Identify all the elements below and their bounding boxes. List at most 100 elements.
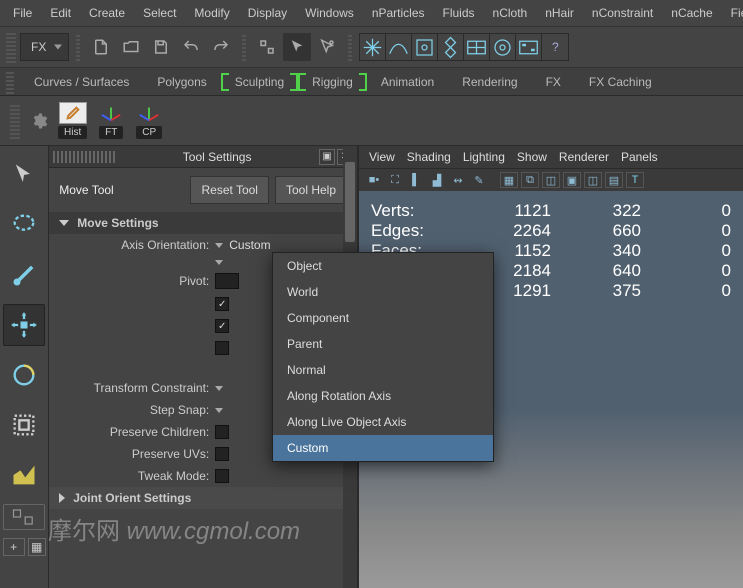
- menu-windows[interactable]: Windows: [296, 2, 363, 24]
- dd-along-rotation[interactable]: Along Rotation Axis: [273, 383, 493, 409]
- axis-orientation-value[interactable]: Custom: [229, 238, 270, 252]
- tab-rendering[interactable]: Rendering: [448, 69, 531, 95]
- vp-menu-lighting[interactable]: Lighting: [463, 150, 505, 164]
- panel-drag-handle[interactable]: [53, 151, 117, 163]
- chevron-down-icon[interactable]: [215, 243, 223, 248]
- layout-grid-button[interactable]: ▦: [28, 538, 46, 556]
- vp-menu-panels[interactable]: Panels: [621, 150, 658, 164]
- dd-along-live[interactable]: Along Live Object Axis: [273, 409, 493, 435]
- toolbar-handle[interactable]: [6, 31, 16, 63]
- panel-dock-button[interactable]: ▣: [319, 149, 335, 165]
- dd-component[interactable]: Component: [273, 305, 493, 331]
- grid-icon[interactable]: ▦: [500, 172, 518, 188]
- outliner-button[interactable]: [3, 504, 45, 530]
- open-scene-button[interactable]: [117, 33, 145, 61]
- snap-projected-button[interactable]: [438, 34, 464, 60]
- vp-menu-view[interactable]: View: [369, 150, 395, 164]
- menu-ncloth[interactable]: nCloth: [484, 2, 537, 24]
- scale-tool[interactable]: [3, 404, 45, 446]
- bookmark-icon[interactable]: ▌: [407, 172, 425, 188]
- chevron-down-icon[interactable]: [215, 260, 223, 265]
- shaded-icon[interactable]: ▤: [605, 172, 623, 188]
- brush-icon[interactable]: ✎: [470, 172, 488, 188]
- vp-menu-shading[interactable]: Shading: [407, 150, 451, 164]
- snap-curve-button[interactable]: [386, 34, 412, 60]
- scrollbar-thumb[interactable]: [345, 162, 355, 242]
- menu-fiel[interactable]: Fiel: [722, 2, 743, 24]
- camera-icon[interactable]: ■•: [365, 172, 383, 188]
- menu-nparticles[interactable]: nParticles: [363, 2, 434, 24]
- tab-animation[interactable]: Animation: [367, 69, 448, 95]
- tab-curves-surfaces[interactable]: Curves / Surfaces: [20, 69, 143, 95]
- gate-mask-icon[interactable]: ▣: [563, 172, 581, 188]
- tab-polygons[interactable]: Polygons: [143, 69, 220, 95]
- lock-camera-icon[interactable]: ⛶: [386, 172, 404, 188]
- menu-edit[interactable]: Edit: [41, 2, 80, 24]
- shelf-hist[interactable]: Hist: [58, 102, 87, 139]
- checkbox[interactable]: ✓: [215, 319, 229, 333]
- select-tool-button[interactable]: [283, 33, 311, 61]
- shelf-cp[interactable]: CP: [135, 102, 163, 139]
- menu-modify[interactable]: Modify: [185, 2, 238, 24]
- vp-menu-show[interactable]: Show: [517, 150, 547, 164]
- tab-rigging[interactable]: Rigging: [298, 69, 367, 95]
- gear-icon[interactable]: [30, 112, 48, 130]
- menu-file[interactable]: File: [4, 2, 41, 24]
- checkbox[interactable]: ✓: [215, 297, 229, 311]
- menu-nhair[interactable]: nHair: [536, 2, 583, 24]
- module-selector[interactable]: FX: [20, 33, 69, 61]
- menu-select[interactable]: Select: [134, 2, 185, 24]
- textured-icon[interactable]: T: [626, 172, 644, 188]
- new-scene-button[interactable]: [87, 33, 115, 61]
- tab-handle[interactable]: [6, 70, 14, 94]
- paint-select-tool[interactable]: [3, 254, 45, 296]
- resolution-gate-icon[interactable]: ◫: [542, 172, 560, 188]
- select-tool[interactable]: [3, 154, 45, 196]
- vp-menu-renderer[interactable]: Renderer: [559, 150, 609, 164]
- dd-parent[interactable]: Parent: [273, 331, 493, 357]
- tab-fx[interactable]: FX: [532, 69, 575, 95]
- menu-create[interactable]: Create: [80, 2, 134, 24]
- snap-live-button[interactable]: [490, 34, 516, 60]
- preserve-uvs-checkbox[interactable]: [215, 447, 229, 461]
- menu-display[interactable]: Display: [239, 2, 296, 24]
- dd-world[interactable]: World: [273, 279, 493, 305]
- dd-normal[interactable]: Normal: [273, 357, 493, 383]
- checkbox[interactable]: [215, 341, 229, 355]
- menu-fluids[interactable]: Fluids: [434, 2, 484, 24]
- shelf-handle[interactable]: [10, 103, 20, 139]
- image-plane-icon[interactable]: ▟: [428, 172, 446, 188]
- film-gate-icon[interactable]: ⧉: [521, 172, 539, 188]
- dd-object[interactable]: Object: [273, 253, 493, 279]
- preserve-children-checkbox[interactable]: [215, 425, 229, 439]
- redo-button[interactable]: [207, 33, 235, 61]
- lasso-tool[interactable]: [3, 204, 45, 246]
- menu-ncache[interactable]: nCache: [662, 2, 721, 24]
- snap-plane-button[interactable]: [464, 34, 490, 60]
- tool-help-button[interactable]: Tool Help: [275, 176, 347, 204]
- joint-orient-section[interactable]: Joint Orient Settings: [49, 487, 357, 509]
- dd-custom[interactable]: Custom: [273, 435, 493, 461]
- render-button[interactable]: [516, 34, 542, 60]
- chevron-down-icon[interactable]: [215, 386, 223, 391]
- menu-nconstraint[interactable]: nConstraint: [583, 2, 662, 24]
- layout-plus-button[interactable]: +: [3, 538, 25, 556]
- chevron-down-icon[interactable]: [215, 408, 223, 413]
- snap-point-button[interactable]: [412, 34, 438, 60]
- undo-button[interactable]: [177, 33, 205, 61]
- tab-fx-caching[interactable]: FX Caching: [575, 69, 666, 95]
- select-by-type-button[interactable]: [253, 33, 281, 61]
- rotate-tool[interactable]: [3, 354, 45, 396]
- wireframe-icon[interactable]: ◫: [584, 172, 602, 188]
- select-hierarchy-button[interactable]: [313, 33, 341, 61]
- tweak-mode-checkbox[interactable]: [215, 469, 229, 483]
- help-button[interactable]: ?: [542, 34, 568, 60]
- reset-tool-button[interactable]: Reset Tool: [190, 176, 268, 204]
- snap-grid-button[interactable]: [360, 34, 386, 60]
- move-tool[interactable]: [3, 304, 45, 346]
- tab-sculpting[interactable]: Sculpting: [221, 69, 298, 95]
- save-scene-button[interactable]: [147, 33, 175, 61]
- pivot-swatch[interactable]: [215, 273, 239, 289]
- move-settings-section[interactable]: Move Settings: [49, 212, 357, 234]
- twirl-icon[interactable]: ↭: [449, 172, 467, 188]
